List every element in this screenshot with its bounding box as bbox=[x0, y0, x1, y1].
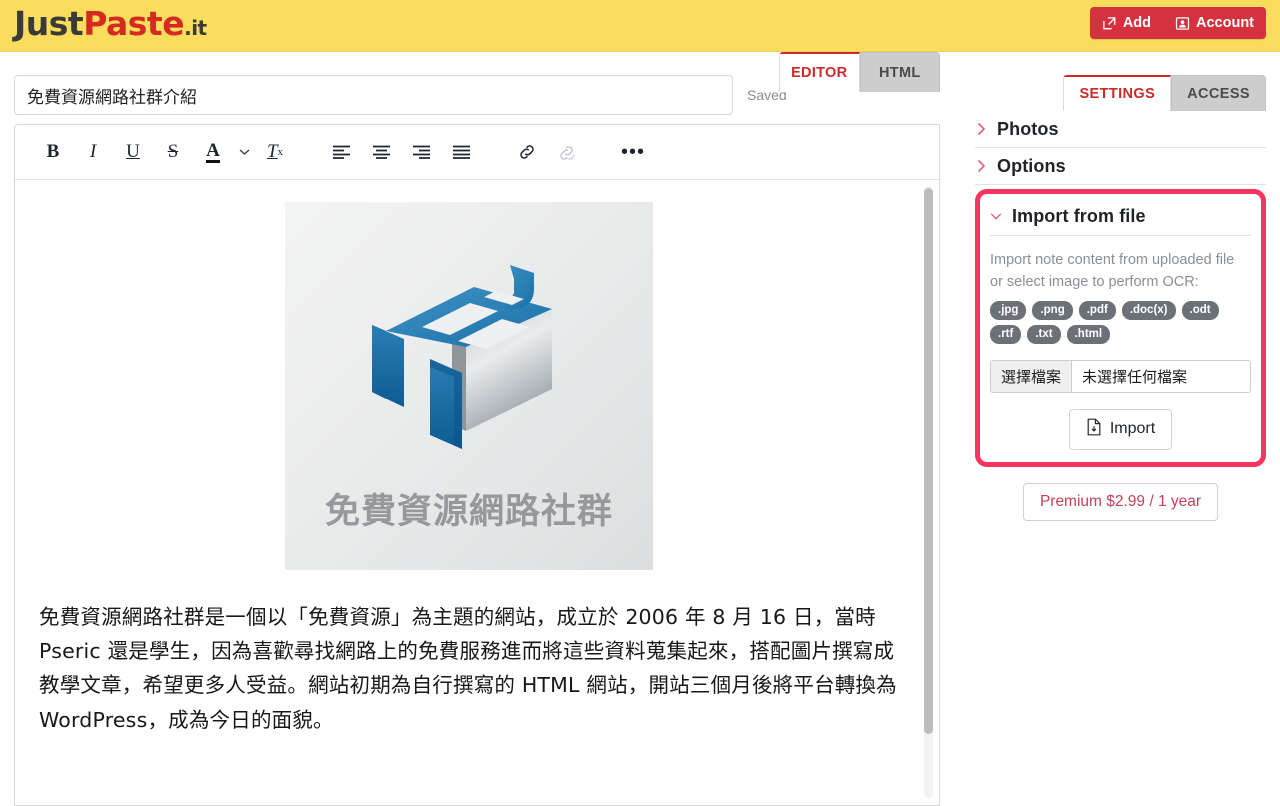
extension-badge: .jpg bbox=[990, 300, 1027, 320]
import-from-file-header[interactable]: Import from file bbox=[990, 198, 1251, 236]
editor-mode-tabs: EDITOR HTML bbox=[779, 52, 940, 92]
sidebar-section-photos[interactable]: Photos bbox=[975, 111, 1266, 148]
import-button[interactable]: Import bbox=[1068, 408, 1173, 450]
file-download-icon bbox=[1086, 418, 1102, 441]
settings-sidebar: SETTINGS ACCESS Photos Options Import fr… bbox=[955, 52, 1280, 766]
align-center-icon[interactable] bbox=[361, 132, 401, 172]
align-left-icon[interactable] bbox=[321, 132, 361, 172]
import-from-file-title: Import from file bbox=[1012, 206, 1146, 226]
edit-square-icon bbox=[1102, 16, 1117, 31]
app-logo[interactable]: JustPaste.it bbox=[14, 4, 207, 43]
add-button[interactable]: Add bbox=[1090, 7, 1163, 39]
align-justify-icon[interactable] bbox=[441, 132, 481, 172]
add-button-label: Add bbox=[1122, 15, 1151, 31]
logo-part-it: it bbox=[191, 16, 207, 40]
supported-extensions-list: .jpg .png .pdf .doc(x) .odt .rtf .txt .h… bbox=[990, 300, 1251, 344]
import-description: Import note content from uploaded file o… bbox=[990, 252, 1235, 290]
logo-part-just: Just bbox=[14, 4, 84, 43]
tab-settings[interactable]: SETTINGS bbox=[1063, 75, 1172, 111]
chevron-down-icon[interactable] bbox=[233, 132, 255, 172]
italic-icon[interactable]: I bbox=[73, 132, 113, 172]
note-paragraph: 免費資源網路社群是一個以「免費資源」為主題的網站，成立於 2006 年 8 月 … bbox=[39, 605, 897, 732]
premium-button[interactable]: Premium $2.99 / 1 year bbox=[1022, 482, 1219, 521]
extension-badge: .pdf bbox=[1078, 300, 1116, 320]
strikethrough-icon[interactable]: S bbox=[153, 132, 193, 172]
note-title-input[interactable] bbox=[14, 75, 733, 115]
tab-access[interactable]: ACCESS bbox=[1171, 75, 1266, 111]
file-picker[interactable]: 選擇檔案 未選擇任何檔案 bbox=[990, 359, 1251, 393]
logo-part-paste: Paste bbox=[83, 4, 185, 43]
more-options-icon[interactable]: ••• bbox=[613, 132, 653, 172]
sidebar-body: Photos Options Import from file Import n… bbox=[975, 111, 1266, 521]
bold-icon[interactable]: B bbox=[33, 132, 73, 172]
editor-column: Saved EDITOR HTML B I U S A Tx bbox=[0, 52, 955, 806]
note-content-area[interactable]: 免費資源網路社群 免費資源網路社群是一個以「免費資源」為主題的網站，成立於 20… bbox=[15, 180, 939, 805]
editor-scrollbar-thumb[interactable] bbox=[924, 188, 933, 734]
premium-row: Premium $2.99 / 1 year bbox=[975, 482, 1266, 521]
selected-file-label: 未選擇任何檔案 bbox=[1082, 367, 1188, 386]
extension-badge: .png bbox=[1032, 300, 1073, 320]
isometric-cube-graphic bbox=[372, 264, 552, 449]
sidebar-section-options-label: Options bbox=[997, 155, 1066, 176]
editor-scrollbar[interactable] bbox=[924, 186, 933, 798]
sidebar-tabs: SETTINGS ACCESS bbox=[1063, 75, 1266, 111]
editor-frame: B I U S A Tx ••• 免費資源網路社群 免費資源網路社群是一個以「免… bbox=[14, 124, 940, 806]
sidebar-section-photos-label: Photos bbox=[997, 118, 1059, 139]
choose-file-button[interactable]: 選擇檔案 bbox=[991, 360, 1073, 392]
extension-badge: .rtf bbox=[990, 324, 1022, 344]
import-button-row: Import bbox=[990, 408, 1251, 450]
account-button[interactable]: Account bbox=[1163, 7, 1266, 39]
app-header: JustPaste.it Add Account bbox=[0, 0, 1280, 52]
sidebar-section-options[interactable]: Options bbox=[975, 148, 1266, 185]
extension-badge: .txt bbox=[1027, 324, 1061, 344]
user-card-icon bbox=[1175, 16, 1190, 31]
remove-format-icon[interactable]: Tx bbox=[255, 132, 295, 172]
import-from-file-highlight: Import from file Import note content fro… bbox=[975, 189, 1266, 467]
tab-html[interactable]: HTML bbox=[859, 52, 940, 92]
chevron-right-icon bbox=[975, 159, 987, 173]
editor-toolbar: B I U S A Tx ••• bbox=[15, 125, 939, 180]
tab-editor[interactable]: EDITOR bbox=[779, 52, 860, 92]
chevron-down-icon bbox=[990, 212, 1002, 221]
underline-icon[interactable]: U bbox=[113, 132, 153, 172]
chevron-right-icon bbox=[975, 122, 987, 136]
unlink-icon[interactable] bbox=[547, 132, 587, 172]
import-button-label: Import bbox=[1109, 420, 1156, 437]
link-icon[interactable] bbox=[507, 132, 547, 172]
extension-badge: .odt bbox=[1181, 300, 1219, 320]
import-from-file-panel: Import from file Import note content fro… bbox=[982, 196, 1259, 460]
extension-badge: .doc(x) bbox=[1121, 300, 1176, 320]
note-logo-caption: 免費資源網路社群 bbox=[324, 491, 613, 532]
align-right-icon[interactable] bbox=[401, 132, 441, 172]
header-button-group: Add Account bbox=[1089, 7, 1266, 39]
extension-badge: .html bbox=[1066, 324, 1111, 344]
account-button-label: Account bbox=[1196, 15, 1254, 31]
note-logo-image[interactable]: 免費資源網路社群 bbox=[285, 202, 653, 570]
text-color-icon[interactable]: A bbox=[193, 132, 233, 172]
